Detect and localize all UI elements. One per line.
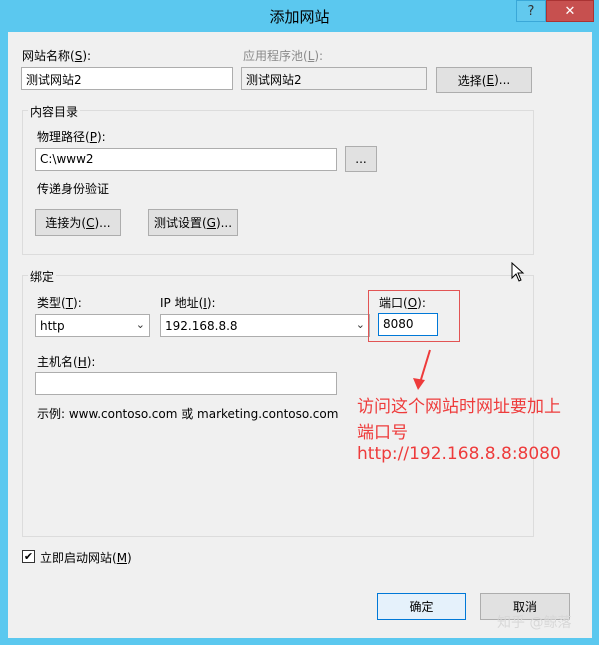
annotation-line-1: 访问这个网站时网址要加上	[357, 397, 561, 417]
window-title: 添加网站	[269, 8, 330, 26]
site-name-input[interactable]: 测试网站2	[21, 67, 233, 90]
site-name-label: 网站名称(S):	[22, 49, 92, 63]
select-app-pool-button[interactable]: 选择(E)...	[436, 67, 532, 93]
checkmark-icon: ✔	[23, 550, 34, 563]
physical-path-label: 物理路径(P):	[37, 130, 106, 144]
port-input[interactable]: 8080	[378, 313, 438, 336]
app-pool-label: 应用程序池(L):	[243, 49, 324, 63]
type-label: 类型(T):	[37, 296, 82, 310]
watermark: 知乎 @鲸落	[497, 615, 572, 631]
close-button[interactable]: ✕	[546, 0, 594, 22]
ok-button[interactable]: 确定	[377, 593, 466, 620]
chevron-down-icon: ⌄	[355, 318, 365, 331]
ip-address-select[interactable]: 192.168.8.8 ⌄	[160, 314, 370, 337]
hostname-example: 示例: www.contoso.com 或 marketing.contoso.…	[37, 407, 339, 421]
ip-address-label: IP 地址(I):	[160, 296, 216, 310]
help-icon: ?	[527, 3, 535, 19]
binding-title: 绑定	[28, 268, 57, 285]
type-select-value: http	[40, 319, 65, 333]
help-button[interactable]: ?	[516, 0, 546, 22]
test-settings-button[interactable]: 测试设置(G)...	[148, 209, 238, 236]
start-immediately-checkbox[interactable]: ✔	[22, 550, 35, 563]
annotation-line-2: 端口号	[357, 423, 408, 443]
ip-address-value: 192.168.8.8	[165, 319, 238, 333]
hostname-label: 主机名(H):	[37, 355, 96, 369]
chevron-down-icon: ⌄	[135, 318, 145, 331]
hostname-input[interactable]	[35, 372, 337, 395]
app-pool-field: 测试网站2	[241, 67, 427, 90]
port-label: 端口(O):	[379, 296, 426, 310]
close-icon: ✕	[564, 3, 576, 19]
physical-path-input[interactable]: C:\www2	[35, 148, 337, 171]
content-directory-title: 内容目录	[28, 103, 81, 120]
annotation-line-3: http://192.168.8.8:8080	[357, 444, 561, 464]
connect-as-button[interactable]: 连接为(C)...	[35, 209, 121, 236]
mouse-cursor-icon	[511, 262, 525, 282]
type-select[interactable]: http ⌄	[35, 314, 150, 337]
start-immediately-label: 立即启动网站(M)	[40, 551, 132, 565]
pass-through-auth-label: 传递身份验证	[37, 182, 110, 196]
annotation-arrow	[413, 349, 431, 390]
browse-button[interactable]: ...	[345, 146, 377, 172]
